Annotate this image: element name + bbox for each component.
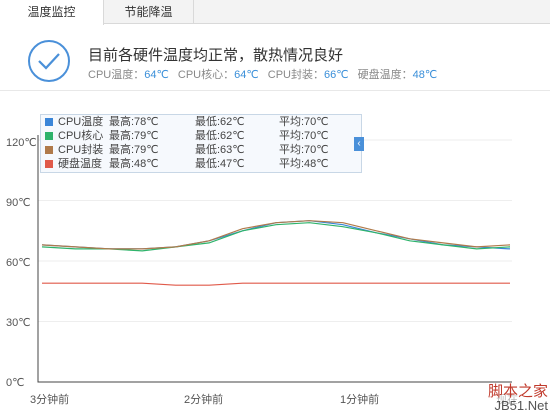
- legend-avg: 平均:70℃: [279, 116, 329, 128]
- chart-legend: CPU温度 最高:78℃ 最低:62℃ 平均:70℃ CPU核心 最高:79℃ …: [40, 114, 362, 173]
- legend-max: 最高:79℃: [109, 144, 159, 156]
- y-tick-label: 60℃: [6, 257, 31, 269]
- cpu-package-value: 66℃: [324, 69, 349, 81]
- divider: [0, 90, 550, 91]
- chevron-left-icon[interactable]: ‹: [354, 137, 364, 151]
- y-tick-label: 90℃: [6, 197, 31, 209]
- disk-temp-value: 48℃: [412, 69, 438, 81]
- legend-swatch: [45, 118, 53, 126]
- legend-swatch: [45, 132, 53, 140]
- legend-avg: 平均:70℃: [279, 144, 329, 156]
- series-line-CPU核心: [41, 222, 511, 252]
- watermark: 脚本之家 JB51.Net: [487, 382, 548, 413]
- legend-name: CPU封装: [58, 144, 104, 156]
- legend-min: 最低:47℃: [195, 158, 245, 170]
- tab-energy-saving[interactable]: 节能降温: [104, 0, 194, 24]
- legend-avg: 平均:48℃: [279, 158, 329, 170]
- tab-temperature-monitor[interactable]: 温度监控: [0, 0, 104, 25]
- legend-swatch: [45, 146, 53, 154]
- x-tick-label: 3分钟前: [30, 394, 70, 406]
- watermark-line1: 脚本之家: [487, 382, 548, 400]
- y-tick-label: 30℃: [6, 317, 31, 329]
- legend-name: 硬盘温度: [58, 158, 102, 170]
- cpu-core-label: CPU核心：: [177, 69, 235, 81]
- legend-min: 最低:63℃: [195, 144, 245, 156]
- status-title: 目前各硬件温度均正常，散热情况良好: [88, 47, 344, 64]
- y-tick-label: 0℃: [6, 377, 25, 389]
- x-tick-label: 1分钟前: [340, 394, 380, 406]
- tab-bar: 温度监控 节能降温: [0, 0, 550, 25]
- checkmark-circle-icon: [28, 40, 70, 82]
- cpu-package-label: CPU封装：: [267, 69, 325, 81]
- series-line-硬盘温度: [42, 282, 510, 286]
- legend-avg: 平均:70℃: [279, 130, 329, 142]
- legend-min: 最低:62℃: [195, 130, 245, 142]
- legend-name: CPU核心: [58, 130, 104, 142]
- watermark-line2: JB51.Net: [494, 398, 548, 413]
- x-tick-label: 2分钟前: [184, 394, 224, 406]
- legend-min: 最低:62℃: [195, 116, 245, 128]
- legend-max: 最高:78℃: [109, 116, 159, 128]
- disk-temp-label: 硬盘温度：: [357, 69, 413, 81]
- y-tick-label: 120℃: [6, 137, 37, 149]
- legend-name: CPU温度: [58, 116, 104, 128]
- legend-swatch: [45, 160, 53, 168]
- legend-max: 最高:79℃: [109, 130, 159, 142]
- cpu-temp-label: CPU温度：: [88, 69, 145, 81]
- cpu-temp-value: 64℃: [144, 69, 169, 81]
- legend-max: 最高:48℃: [109, 158, 159, 170]
- cpu-core-value: 64℃: [234, 69, 259, 81]
- temperature-summary: CPU温度：64℃ CPU核心：64℃ CPU封装：66℃ 硬盘温度：48℃: [88, 66, 437, 82]
